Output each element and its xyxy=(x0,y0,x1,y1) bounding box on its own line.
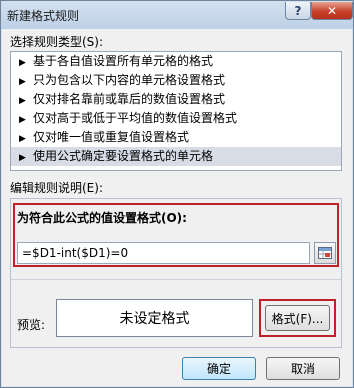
range-select-button[interactable] xyxy=(314,242,336,264)
list-item-rule-type[interactable]: ▶ 仅对排名靠前或靠后的数值设置格式 xyxy=(11,90,341,109)
list-item-label: 仅对高于或低于平均值的数值设置格式 xyxy=(33,111,238,125)
list-item-rule-type[interactable]: ▶ 只为包含以下内容的单元格设置格式 xyxy=(11,71,341,90)
help-button[interactable]: ? xyxy=(285,2,311,20)
rule-type-label: 选择规则类型(S): xyxy=(10,35,104,49)
divider xyxy=(11,279,341,280)
list-item-label: 仅对唯一值或重复值设置格式 xyxy=(33,130,190,144)
close-button[interactable]: ✕ xyxy=(311,2,353,20)
list-item-rule-type[interactable]: ▶ 基于各自值设置所有单元格的格式 xyxy=(11,52,341,71)
list-item-label: 使用公式确定要设置格式的单元格 xyxy=(33,149,214,163)
rule-description-label: 编辑规则说明(E): xyxy=(10,181,103,195)
rule-description-group: 为符合此公式的值设置格式(O): =$D1-int($D1)=0 预览: 未设定… xyxy=(10,198,342,348)
list-item-label: 仅对排名靠前或靠后的数值设置格式 xyxy=(33,92,226,106)
preview-label: 预览: xyxy=(17,318,46,332)
title-bar[interactable]: 新建格式规则 ? ✕ xyxy=(1,1,353,29)
triangle-right-icon: ▶ xyxy=(19,153,26,163)
new-formatting-rule-dialog: 新建格式规则 ? ✕ 选择规则类型(S): ▶ 基于各自值设置所有单元格的格式 ▶… xyxy=(0,0,354,388)
dialog-title: 新建格式规则 xyxy=(7,9,80,23)
rule-type-list[interactable]: ▶ 基于各自值设置所有单元格的格式 ▶ 只为包含以下内容的单元格设置格式 ▶ 仅对排名… xyxy=(10,51,342,171)
format-preview: 未设定格式 xyxy=(56,299,253,337)
list-item-label: 只为包含以下内容的单元格设置格式 xyxy=(33,73,226,87)
list-item-rule-type[interactable]: ▶ 仅对唯一值或重复值设置格式 xyxy=(11,128,341,147)
list-item-rule-type-selected[interactable]: ▶ 使用公式确定要设置格式的单元格 xyxy=(11,147,341,166)
dialog-body: 选择规则类型(S): ▶ 基于各自值设置所有单元格的格式 ▶ 只为包含以下内容的单元… xyxy=(2,29,352,386)
formula-label: 为符合此公式的值设置格式(O): xyxy=(17,211,187,225)
cancel-button[interactable]: 取消 xyxy=(266,357,340,380)
list-item-rule-type[interactable]: ▶ 仅对高于或低于平均值的数值设置格式 xyxy=(11,109,341,128)
formula-input[interactable]: =$D1-int($D1)=0 xyxy=(17,242,310,264)
list-item-label: 基于各自值设置所有单元格的格式 xyxy=(33,54,214,68)
range-select-icon xyxy=(318,247,332,259)
ok-button[interactable]: 确定 xyxy=(182,357,256,380)
format-button[interactable]: 格式(F)... xyxy=(265,305,330,331)
